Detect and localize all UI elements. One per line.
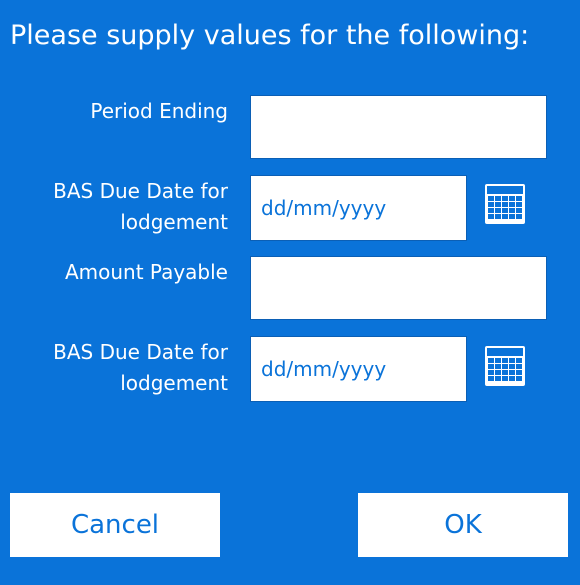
calendar-icon[interactable] [484,183,526,225]
bas-due-date-1-label: BAS Due Date for lodgement [53,176,228,238]
bas-due-date-2-label-line1: BAS Due Date for [53,340,228,364]
ok-button[interactable]: OK [358,493,568,557]
period-ending-label-text: Period Ending [90,99,228,123]
bas-due-date-1-label-line2: lodgement [120,210,228,234]
calendar-icon[interactable] [484,345,526,387]
bas-due-date-1-label-line1: BAS Due Date for [53,179,228,203]
amount-payable-label: Amount Payable [65,257,228,288]
dialog-title: Please supply values for the following: [10,20,530,51]
bas-due-date-2-label: BAS Due Date for lodgement [53,337,228,399]
bas-due-date-2-label-line2: lodgement [120,371,228,395]
bas-due-date-2-field[interactable] [250,336,467,402]
bas-due-date-1-field[interactable] [250,175,467,241]
amount-payable-field[interactable] [250,256,547,320]
period-ending-label: Period Ending [90,96,228,127]
amount-payable-label-text: Amount Payable [64,260,228,284]
period-ending-field[interactable] [250,95,547,159]
cancel-button[interactable]: Cancel [10,493,220,557]
